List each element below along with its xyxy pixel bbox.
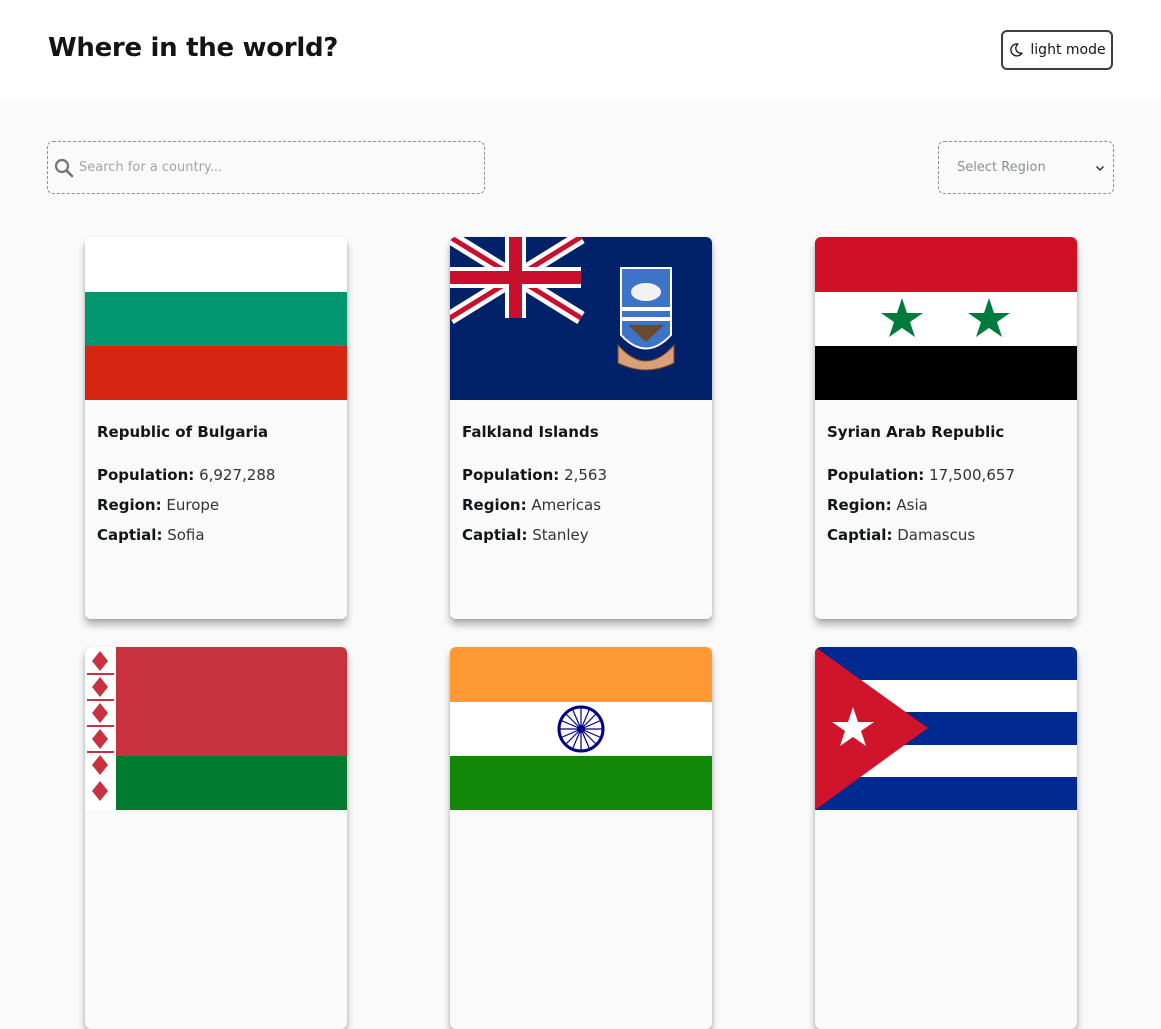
chevron-down-icon [1095, 165, 1105, 171]
country-card[interactable]: Falkland Islands Population: 2,563 Regio… [450, 237, 712, 619]
search-box[interactable] [47, 141, 485, 194]
flag-image [815, 647, 1077, 810]
header: Where in the world? light mode [0, 0, 1161, 99]
theme-toggle-label: light mode [1030, 42, 1106, 58]
region-row: Region: Americas [462, 496, 602, 514]
moon-icon [1010, 43, 1024, 57]
country-card[interactable]: Syrian Arab Republic Population: 17,500,… [815, 237, 1077, 619]
country-name: Republic of Bulgaria [97, 423, 269, 441]
page-title: Where in the world? [48, 33, 339, 63]
flag-image [450, 647, 712, 810]
search-icon [54, 158, 74, 177]
flag-image [85, 647, 347, 810]
region-row: Region: Asia [827, 496, 928, 514]
capital-row: Captial: Damascus [827, 526, 976, 544]
country-name: Falkland Islands [462, 423, 599, 441]
region-select-label: Select Region [957, 160, 1046, 175]
population-row: Population: 2,563 [462, 466, 608, 484]
population-row: Population: 6,927,288 [97, 466, 276, 484]
region-row: Region: Europe [97, 496, 220, 514]
country-card[interactable] [85, 647, 347, 1029]
capital-row: Captial: Stanley [462, 526, 589, 544]
country-card[interactable] [450, 647, 712, 1029]
region-select[interactable]: Select Region [938, 141, 1114, 194]
flag-image [815, 237, 1077, 400]
capital-row: Captial: Sofia [97, 526, 205, 544]
theme-toggle-button[interactable]: light mode [1001, 30, 1113, 70]
flag-image [450, 237, 712, 400]
search-input[interactable] [79, 160, 469, 175]
country-name: Syrian Arab Republic [827, 423, 1005, 441]
flag-image [85, 237, 347, 400]
population-row: Population: 17,500,657 [827, 466, 1015, 484]
country-card[interactable]: Republic of Bulgaria Population: 6,927,2… [85, 237, 347, 619]
country-card[interactable] [815, 647, 1077, 1029]
